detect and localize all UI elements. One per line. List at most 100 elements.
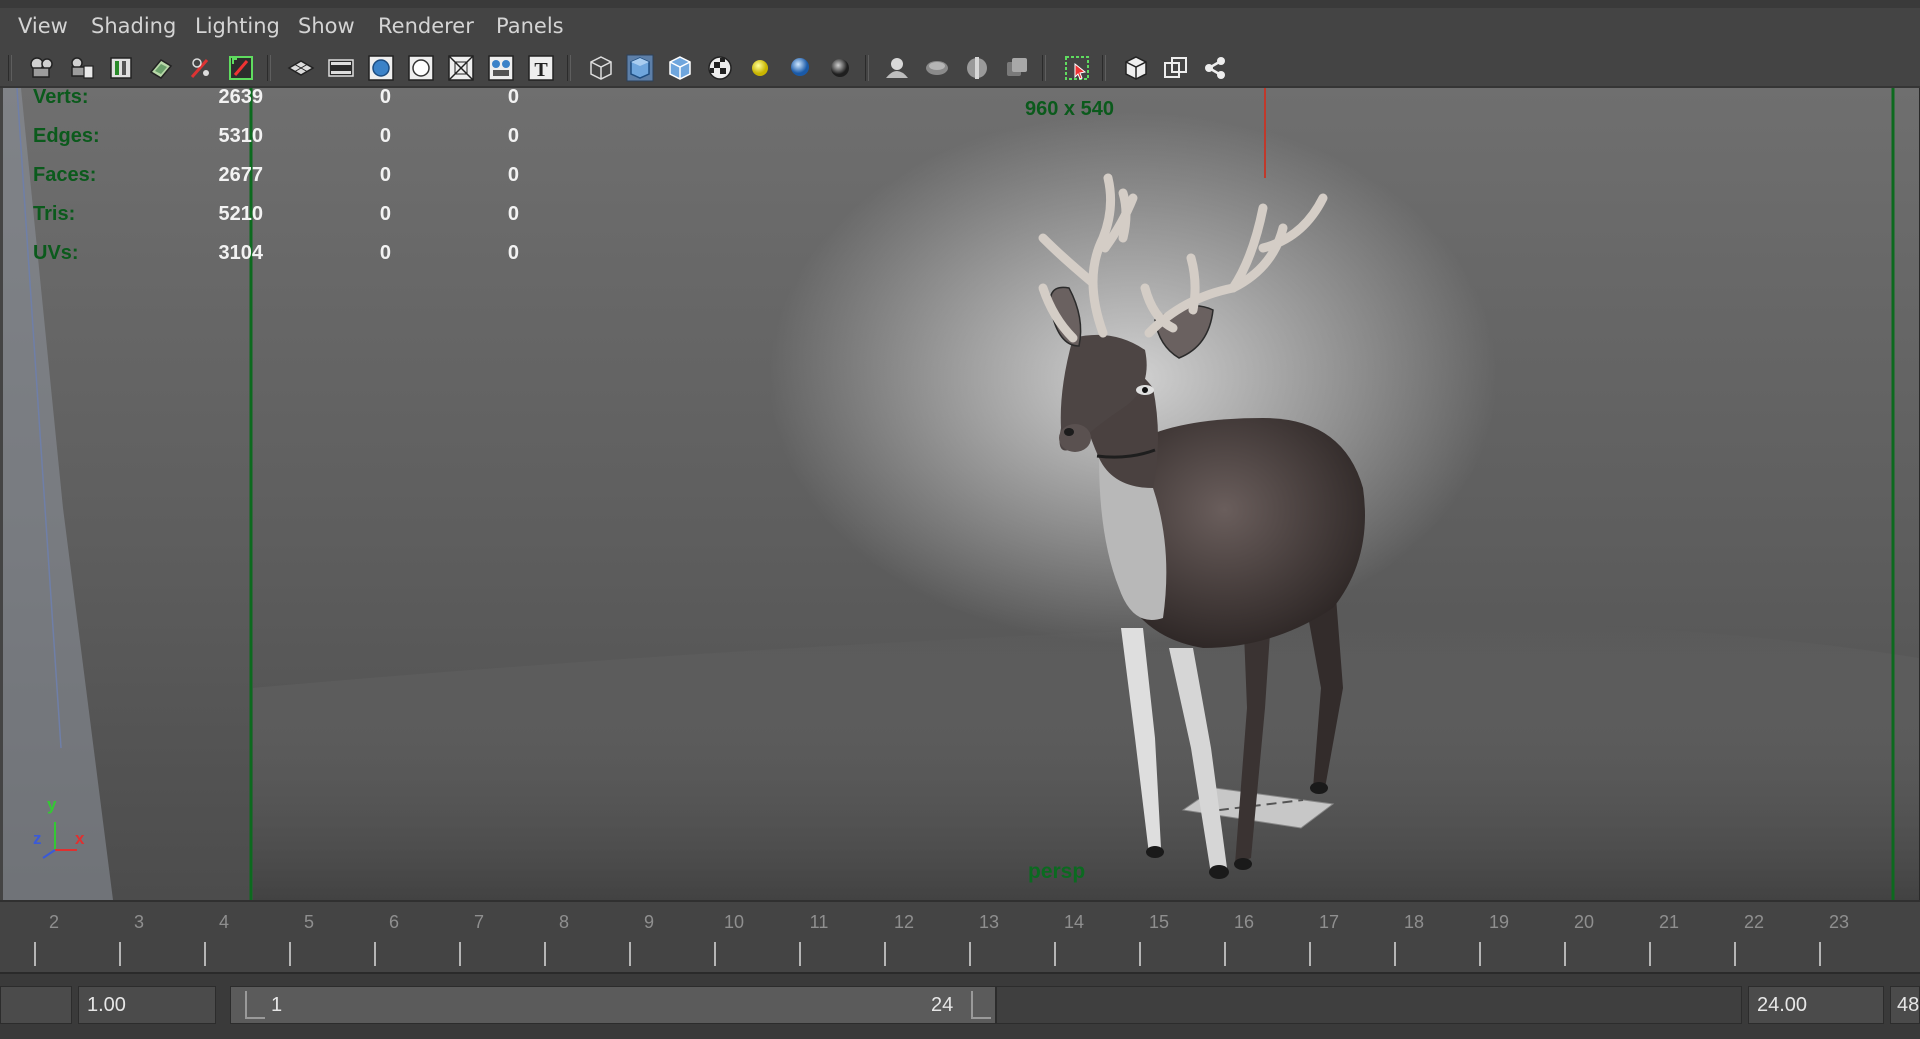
select-camera-icon[interactable] (27, 53, 57, 83)
backdrop-floor (253, 622, 1919, 900)
range-end-handle[interactable] (971, 991, 991, 1019)
menu-show[interactable]: Show (298, 14, 355, 38)
timeline-tick (1394, 942, 1396, 966)
camera-attributes-icon[interactable] (67, 53, 97, 83)
use-all-lights-icon[interactable] (745, 53, 775, 83)
hud-faces-components: 0 (507, 164, 519, 186)
axis-y-label: y (47, 795, 57, 814)
xray-joints-icon[interactable] (1121, 53, 1151, 83)
image-plane-icon[interactable] (146, 53, 176, 83)
timeline-frame-number: 20 (1573, 912, 1595, 932)
field-chart-icon[interactable] (446, 53, 476, 83)
timeline-tick (119, 942, 121, 966)
range-slider[interactable]: 1 24 (230, 986, 996, 1024)
safe-action-icon[interactable] (486, 53, 516, 83)
timeline-tick (1479, 942, 1481, 966)
axis-x-label: x (75, 829, 85, 848)
bookmark-icon[interactable] (106, 53, 136, 83)
timeline-tick (969, 942, 971, 966)
screen-space-ao-icon[interactable] (825, 53, 855, 83)
hud-edges-value: 5310 (218, 125, 264, 147)
textured-icon[interactable] (705, 53, 735, 83)
timeline-tick (1054, 942, 1056, 966)
timeline-frame-number: 2 (48, 912, 60, 932)
toolbar-separator (567, 55, 571, 81)
toolbar-separator (8, 55, 12, 81)
menu-panels[interactable]: Panels (496, 14, 564, 38)
hud-verts-label: Verts: (33, 88, 89, 108)
hud-verts-components: 0 (507, 88, 519, 108)
timeline-frame-number: 4 (218, 912, 230, 932)
resolution-gate-label: 960 x 540 (1025, 98, 1114, 120)
time-slider[interactable]: 2 3 4 5 6 7 8 9 10 11 12 13 14 15 16 17 18 19 20 21 22 23 (0, 900, 1920, 972)
two-d-pan-zoom-icon[interactable] (226, 53, 256, 83)
range-start-handle[interactable] (245, 991, 265, 1019)
menu-view[interactable]: View (18, 14, 68, 38)
viewport-scene (3, 88, 1919, 900)
panel-toolbar: T (0, 48, 1920, 88)
timeline-tick (884, 942, 886, 966)
resolution-gate-icon[interactable] (366, 53, 396, 83)
gate-mask-icon[interactable] (406, 53, 436, 83)
depth-of-field-icon[interactable] (962, 53, 992, 83)
hud-tris-value: 5210 (218, 203, 264, 225)
timeline-tick (374, 942, 376, 966)
xray-active-icon[interactable] (1161, 53, 1191, 83)
hud-verts-value: 2639 (218, 88, 264, 108)
timeline-tick (1649, 942, 1651, 966)
grease-pencil-icon[interactable] (186, 53, 216, 83)
animation-end-field[interactable]: 48 (1890, 986, 1920, 1024)
hud-tris-selected: 0 (379, 203, 391, 225)
hud-edges-selected: 0 (379, 125, 391, 147)
timeline-frame-number: 8 (558, 912, 570, 932)
animation-start-field[interactable] (0, 986, 72, 1024)
hud-faces-selected: 0 (379, 164, 391, 186)
range-slider-track (996, 986, 1742, 1024)
isolate-select-icon[interactable] (1002, 53, 1032, 83)
timeline-frame-number: 19 (1488, 912, 1510, 932)
range-end-label: 24 (931, 994, 954, 1016)
timeline-frame-number: 21 (1658, 912, 1680, 932)
hud-tris-label: Tris: (33, 203, 76, 225)
share-icon[interactable] (1200, 53, 1230, 83)
grid-icon[interactable] (286, 53, 316, 83)
film-gate-icon[interactable] (326, 53, 356, 83)
timeline-tick (714, 942, 716, 966)
timeline-tick (459, 942, 461, 966)
timeline-tick (544, 942, 546, 966)
playback-end-field[interactable]: 24.00 (1748, 986, 1884, 1024)
timeline-frame-number: 11 (809, 912, 829, 932)
smooth-shade-icon[interactable] (625, 53, 655, 83)
range-start-label: 1 (271, 994, 283, 1016)
wireframe-icon[interactable] (586, 53, 616, 83)
multisample-aa-icon[interactable] (922, 53, 952, 83)
hud-uvs-components: 0 (507, 242, 519, 264)
timeline-tick (799, 942, 801, 966)
wireframe-on-shaded-icon[interactable] (665, 53, 695, 83)
svg-text:T: T (534, 59, 548, 81)
timeline-frame-number: 14 (1063, 912, 1085, 932)
timeline-frame-number: 12 (893, 912, 915, 932)
timeline-frame-number: 5 (303, 912, 315, 932)
range-slider-bar: 1.00 1 24 24.00 48 (0, 972, 1920, 1039)
hud-uvs-selected: 0 (379, 242, 391, 264)
playback-start-field[interactable]: 1.00 (78, 986, 216, 1024)
timeline-tick (1139, 942, 1141, 966)
menu-renderer[interactable]: Renderer (378, 14, 474, 38)
hud-tris-components: 0 (507, 203, 519, 225)
menu-lighting[interactable]: Lighting (195, 14, 280, 38)
xray-icon[interactable] (1062, 53, 1092, 83)
toolbar-separator (267, 55, 271, 81)
timeline-frame-number: 22 (1743, 912, 1765, 932)
axis-z-label: z (33, 829, 42, 848)
maya-viewport-window: View Shading Lighting Show Renderer Pane… (0, 0, 1920, 1039)
perspective-viewport[interactable]: Verts: 2639 0 0 Edges: 5310 0 0 Faces: 2… (3, 88, 1920, 900)
shadows-icon[interactable] (785, 53, 815, 83)
toolbar-separator (865, 55, 869, 81)
timeline-frame-number: 7 (473, 912, 485, 932)
menu-shading[interactable]: Shading (91, 14, 176, 38)
timeline-frame-number: 10 (723, 912, 745, 932)
motion-blur-icon[interactable] (882, 53, 912, 83)
safe-title-icon[interactable]: T (526, 53, 556, 83)
timeline-tick (289, 942, 291, 966)
